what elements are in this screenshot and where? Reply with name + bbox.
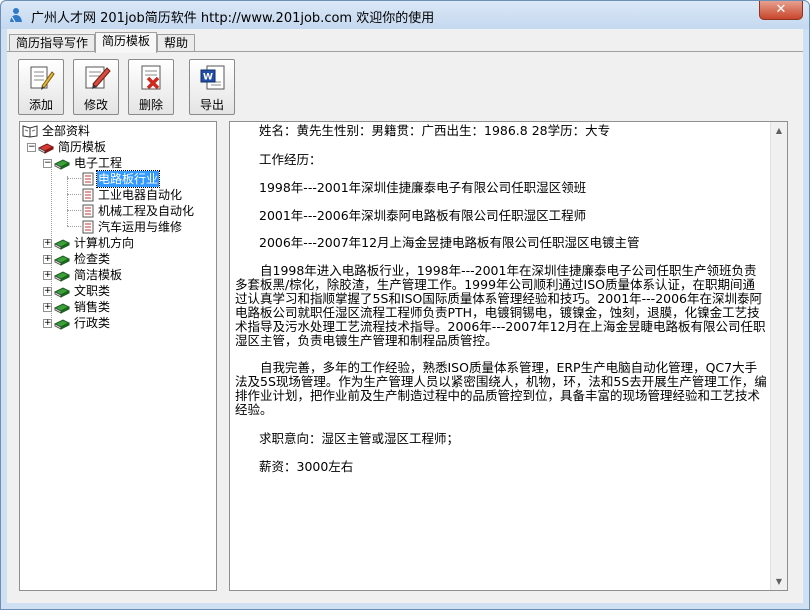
edit-document-icon: [85, 66, 111, 89]
document-icon: [82, 204, 94, 218]
add-button[interactable]: 添加: [18, 59, 64, 115]
tab-templates[interactable]: 简历模板: [95, 32, 158, 53]
document-icon: [82, 172, 94, 186]
word-document-icon: W: [200, 65, 225, 90]
tree-label: 检查类: [74, 252, 111, 266]
tree-connector: [67, 176, 68, 226]
tab-guide[interactable]: 简历指导写作: [9, 34, 96, 52]
green-book-icon: [54, 239, 70, 250]
tree-label: 计算机方向: [74, 236, 135, 250]
expand-icon[interactable]: +: [43, 319, 52, 328]
scroll-down-icon[interactable]: ▼: [771, 573, 787, 590]
svg-text:W: W: [203, 73, 213, 83]
delete-document-icon: [141, 65, 161, 90]
close-button[interactable]: ✕: [759, 1, 803, 20]
expand-icon[interactable]: +: [43, 303, 52, 312]
tree-label: 销售类: [74, 300, 111, 314]
scroll-up-icon[interactable]: ▲: [771, 122, 787, 139]
tree-label: 电路板行业: [95, 170, 161, 188]
tree-label: 汽车运用与维修: [98, 220, 183, 234]
toolbar: 添加 修改 删除 W 导出: [7, 53, 803, 117]
resume-job-3: 2006年---2007年12月上海金昱捷电路板有限公司任职湿区电镀主管: [259, 235, 640, 250]
resume-salary: 薪资：3000左右: [259, 459, 354, 474]
green-book-icon: [54, 319, 70, 330]
collapse-icon[interactable]: −: [27, 143, 36, 152]
tree-label: 工业电器自动化: [98, 188, 183, 202]
tree-connector: [67, 194, 81, 195]
resume-job-intent: 求职意向：湿区主管或湿区工程师；: [259, 431, 460, 446]
tree-label: 全部资料: [42, 124, 91, 138]
tree-label: 简洁模板: [74, 268, 123, 282]
document-icon: [82, 188, 94, 202]
tree-connector: [67, 226, 81, 227]
edit-button[interactable]: 修改: [73, 59, 119, 115]
expand-icon[interactable]: +: [43, 239, 52, 248]
resume-experience-paragraph: 自1998年进入电路板行业，1998年---2001年在深圳佳捷廉泰电子公司任职…: [235, 263, 766, 348]
expand-icon[interactable]: +: [43, 271, 52, 280]
tab-help[interactable]: 帮助: [157, 34, 196, 52]
export-label: 导出: [199, 98, 224, 112]
green-book-icon: [54, 287, 70, 298]
tree-connector: [67, 210, 81, 211]
resume-job-2: 2001年---2006年深圳泰阿电路板有限公司任职湿区工程师: [259, 208, 587, 223]
red-book-icon: [38, 143, 54, 154]
vertical-scrollbar[interactable]: ▲ ▼: [770, 122, 787, 590]
green-book-icon: [54, 255, 70, 266]
expand-icon[interactable]: +: [43, 255, 52, 264]
resume-job-1: 1998年---2001年深圳佳捷廉泰电子有限公司任职湿区领班: [259, 180, 587, 195]
expand-icon[interactable]: +: [43, 287, 52, 296]
tree-label: 行政类: [74, 316, 111, 330]
tree-label: 电子工程: [74, 156, 123, 170]
tree-label: 简历模板: [58, 140, 107, 154]
collapse-icon[interactable]: −: [43, 159, 52, 168]
edit-label: 修改: [83, 98, 108, 112]
tree-label: 机械工程及自动化: [98, 204, 195, 218]
resume-work-heading: 工作经历：: [259, 152, 322, 167]
document-icon: [82, 220, 94, 234]
tree-connector: [67, 178, 81, 179]
resume-self-assessment: 自我完善，多年的工作经验，熟悉ISO质量体系管理，ERP生产电脑自动化管理，QC…: [235, 360, 767, 417]
window-title: 广州人才网 201job简历软件 http://www.201job.com 欢…: [31, 11, 435, 26]
add-label: 添加: [28, 98, 53, 112]
add-document-icon: [30, 66, 55, 90]
green-book-icon: [54, 303, 70, 314]
export-button[interactable]: W 导出: [189, 59, 235, 115]
title-bar[interactable]: 广州人才网 201job简历软件 http://www.201job.com 欢…: [1, 1, 809, 29]
app-window: 广州人才网 201job简历软件 http://www.201job.com 欢…: [0, 0, 810, 610]
resume-text-area[interactable]: 姓名：黄先生性别：男籍贯：广西出生：1986.8 28学历：大专 工作经历： 1…: [229, 121, 788, 591]
resume-basic-info: 姓名：黄先生性别：男籍贯：广西出生：1986.8 28学历：大专: [259, 123, 611, 138]
category-tree[interactable]: 全部资料 − 简历模板 − 电子工程 电路板行业 工业电器自动化 机械工程及自动…: [19, 121, 217, 591]
open-book-icon: [22, 125, 38, 138]
person-icon: [10, 8, 22, 23]
green-book-icon: [54, 271, 70, 282]
tree-label: 文职类: [74, 284, 111, 298]
client-area: 简历指导写作 简历模板 帮助 添加 修改 删除 W 导出 全部资料 − 简历模板…: [7, 29, 803, 603]
green-book-icon: [54, 159, 70, 170]
delete-button[interactable]: 删除: [128, 59, 174, 115]
delete-label: 删除: [138, 98, 163, 112]
